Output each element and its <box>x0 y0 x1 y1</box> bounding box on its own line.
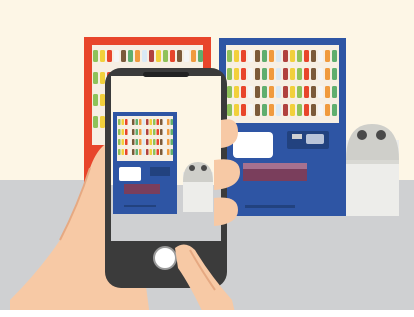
phone-screen-vending-machine <box>113 112 177 214</box>
phone-speaker <box>143 72 189 77</box>
phone-screen-recycling-bin <box>183 162 213 212</box>
vending-display-panel <box>233 132 273 158</box>
smartphone <box>105 68 227 288</box>
blue-vending-machine <box>219 38 346 216</box>
recycling-bin <box>346 124 399 216</box>
vent-grille <box>245 205 295 208</box>
circle-shutter-icon[interactable] <box>153 246 177 270</box>
illustration <box>0 0 414 317</box>
bottom-border <box>0 310 414 317</box>
